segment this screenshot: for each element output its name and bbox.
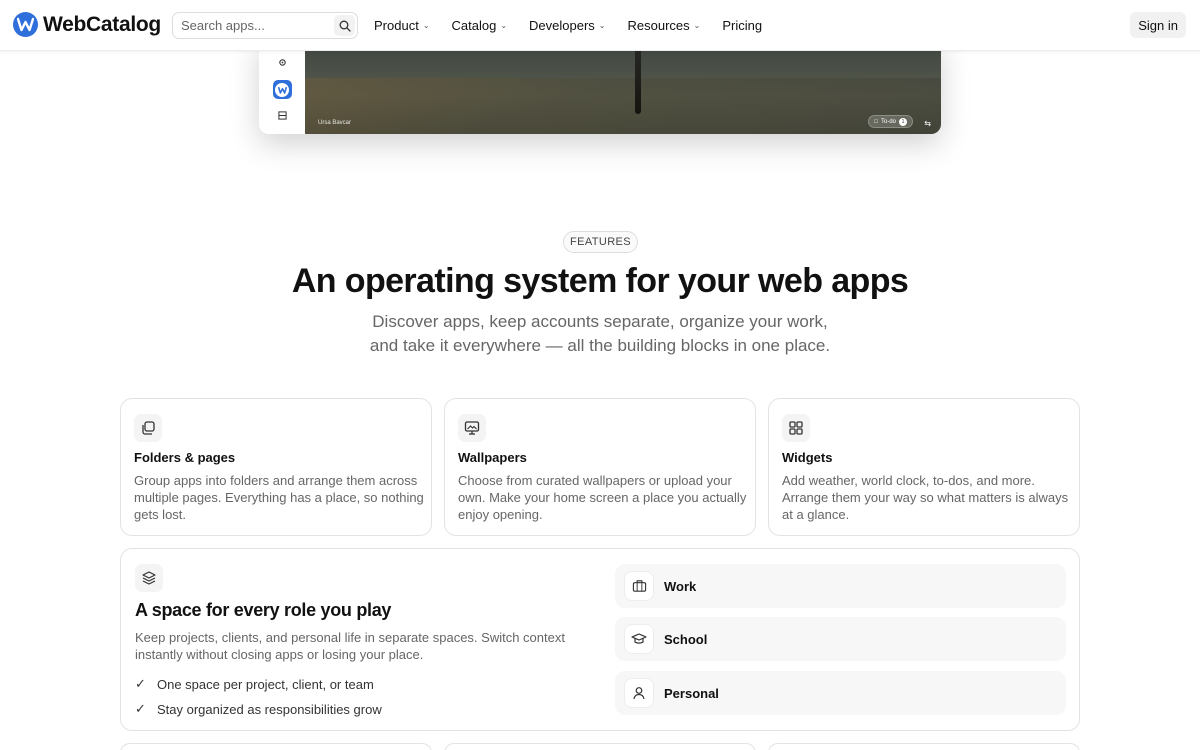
menu-product[interactable]: Product ⌄ (374, 16, 430, 34)
menu-label: Resources (627, 17, 690, 33)
layers-icon (135, 564, 163, 592)
search-icon (339, 20, 351, 32)
webcatalog-logo-icon (13, 12, 38, 37)
menu-label: Pricing (722, 17, 763, 33)
chevron-down-icon: ⌄ (598, 21, 606, 30)
main-menu: Product ⌄ Catalog ⌄ Developers ⌄ Resourc… (374, 16, 784, 34)
card-title: Folders & pages (134, 450, 236, 465)
search-button[interactable] (334, 15, 355, 36)
search-box (172, 12, 358, 39)
pages-icon (134, 414, 162, 442)
space-item-personal[interactable]: Personal (615, 671, 1066, 715)
menu-resources[interactable]: Resources ⌄ (628, 16, 701, 34)
menu-catalog[interactable]: Catalog ⌄ (452, 16, 508, 34)
top-nav: WebCatalog Product ⌄ Catalog ⌄ Developer… (0, 0, 1200, 51)
menu-label: Product (374, 17, 419, 33)
card-text: Add weather, world clock, to-dos, and mo… (782, 473, 1069, 522)
webcatalog-app-icon (259, 80, 305, 99)
card-text: Group apps into folders and arrange them… (134, 473, 424, 522)
settings-icon (259, 58, 305, 67)
section-headline: An operating system for your web apps (291, 262, 909, 300)
graduation-cap-icon (624, 624, 654, 654)
feature-card-wallpapers: Wallpapers Choose from curated wallpaper… (444, 398, 756, 536)
features-pill: FEATURES (563, 231, 638, 253)
space-label: Work (664, 578, 697, 594)
todo-label: To-do (880, 118, 896, 125)
feature-card-folders: Folders & pages Group apps into folders … (120, 398, 432, 536)
check-item: ✓ One space per project, client, or team (135, 676, 374, 692)
spaces-text: Keep projects, clients, and personal lif… (135, 630, 565, 662)
todo-widget-button: □ To-do 1 (868, 115, 913, 128)
check-label: One space per project, client, or team (157, 676, 374, 692)
spaces-feature-card: A space for every role you play Keep pro… (120, 548, 1080, 731)
chevron-down-icon: ⌄ (693, 21, 701, 30)
person-icon (624, 678, 654, 708)
brand-name: WebCatalog (43, 12, 161, 36)
widgets-icon (782, 414, 810, 442)
todo-icon: □ (874, 118, 878, 125)
wallpaper-mountain (305, 78, 941, 134)
check-icon: ✓ (135, 701, 146, 716)
sign-in-button[interactable]: Sign in (1130, 12, 1186, 38)
card-title: Wallpapers (458, 450, 527, 465)
feature-card-partial (120, 743, 432, 750)
space-item-school[interactable]: School (615, 617, 1066, 661)
menu-developers[interactable]: Developers ⌄ (529, 16, 605, 34)
brand-logo[interactable]: WebCatalog (13, 12, 161, 37)
space-label: School (664, 631, 708, 647)
feature-card-partial (768, 743, 1080, 750)
app-preview-screenshot: Ursa Bavcar □ To-do 1 ⇆ (259, 38, 941, 134)
feature-card-widgets: Widgets Add weather, world clock, to-dos… (768, 398, 1080, 536)
photo-credit: Ursa Bavcar (318, 120, 352, 126)
spaces-title: A space for every role you play (135, 600, 392, 620)
chevron-down-icon: ⌄ (500, 21, 508, 30)
search-input[interactable] (173, 13, 333, 38)
chevron-down-icon: ⌄ (422, 21, 430, 30)
menu-label: Developers (529, 17, 595, 33)
grid-icon (259, 111, 305, 120)
space-label: Personal (664, 685, 719, 701)
preview-sidebar (259, 38, 305, 134)
wallpaper-icon (458, 414, 486, 442)
briefcase-icon (624, 571, 654, 601)
menu-label: Catalog (451, 17, 497, 33)
swap-icon: ⇆ (924, 119, 931, 128)
todo-count: 1 (899, 117, 907, 126)
wallpaper-image: Ursa Bavcar □ To-do 1 ⇆ (305, 38, 941, 134)
card-title: Widgets (782, 450, 833, 465)
feature-card-partial (444, 743, 756, 750)
check-item: ✓ Stay organized as responsibilities gro… (135, 701, 382, 717)
section-subline: Discover apps, keep accounts separate, o… (369, 312, 831, 355)
menu-pricing[interactable]: Pricing (722, 16, 762, 34)
check-icon: ✓ (135, 676, 146, 691)
space-item-work[interactable]: Work (615, 564, 1066, 608)
card-text: Choose from curated wallpapers or upload… (458, 473, 747, 522)
check-label: Stay organized as responsibilities grow (157, 701, 382, 717)
